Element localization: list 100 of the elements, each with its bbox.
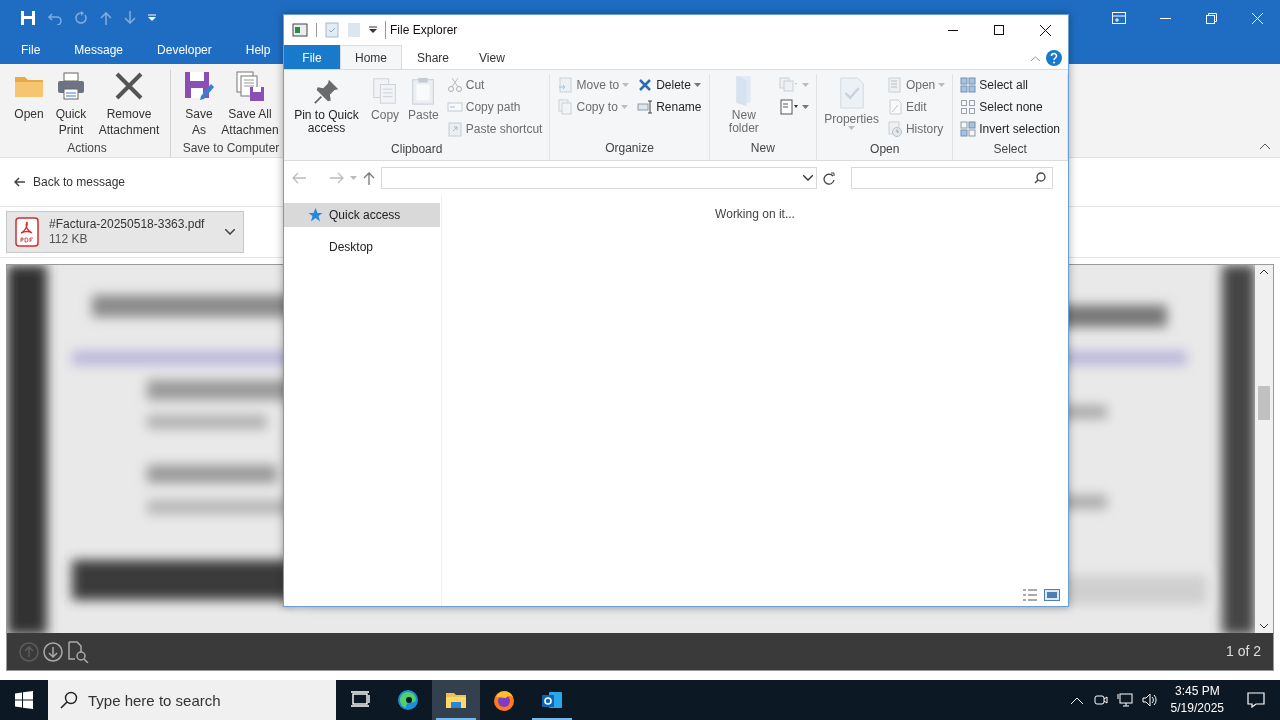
scissors-icon — [446, 77, 463, 93]
browser-swirl-icon — [397, 689, 419, 711]
taskbar-app-button[interactable] — [432, 680, 480, 720]
x-icon — [113, 70, 145, 102]
network-icon — [1116, 693, 1133, 707]
up-caret-icon — [1260, 269, 1268, 274]
page-indicator: 1 of 2 — [1225, 642, 1261, 661]
down-caret-icon — [1260, 624, 1268, 629]
maximize-icon — [994, 25, 1004, 35]
pencil-document-icon — [886, 99, 903, 115]
thumbnail-view-icon — [1044, 588, 1060, 601]
up-arrow-icon — [100, 11, 112, 25]
camera-icon — [1093, 693, 1108, 707]
ribbon-button[interactable]: Invert selection — [957, 118, 1063, 140]
search-field[interactable]: Type here to search — [48, 680, 336, 720]
grid-icon — [960, 99, 977, 115]
back-link[interactable]: Back to message — [33, 173, 126, 191]
star-icon — [308, 208, 323, 222]
next-page-button[interactable] — [43, 641, 63, 662]
document-list-icon — [886, 77, 903, 93]
properties-icon — [325, 22, 339, 38]
ribbon-button[interactable]: Save All Attachmen — [219, 70, 281, 139]
ribbon-button[interactable]: Select none — [957, 96, 1063, 118]
windows-logo-icon — [15, 691, 33, 709]
rename-icon — [637, 99, 654, 115]
documents-floppy-icon — [234, 70, 266, 102]
close-icon — [1039, 24, 1051, 36]
menu-tab[interactable]: File — [10, 41, 52, 59]
mail-app-icon — [541, 689, 563, 711]
ribbon-tab[interactable]: View — [464, 45, 520, 69]
scroll-thumb[interactable] — [1258, 386, 1270, 420]
ribbon-button[interactable]: Quick Print — [50, 70, 92, 139]
clock-date: 5/19/2025 — [1170, 700, 1224, 717]
chevron-down-icon — [225, 229, 235, 235]
restore-icon — [1205, 12, 1217, 24]
menu-tab[interactable]: Developer — [146, 41, 223, 59]
grid-icon — [960, 121, 977, 137]
group-label: Actions — [67, 140, 107, 157]
attachment-chip[interactable]: #Factura-20250518-3363.pdf 112 KB — [6, 211, 244, 253]
path-icon — [446, 99, 463, 115]
down-arrow-circle-icon — [43, 641, 63, 662]
clock-document-icon — [886, 121, 903, 137]
customize-icon — [148, 14, 156, 22]
menu-tab[interactable]: Message — [63, 41, 135, 59]
close-icon — [1251, 12, 1263, 24]
printer-icon — [55, 70, 87, 102]
grid-icon — [960, 77, 977, 93]
scrollbar[interactable] — [1255, 265, 1273, 633]
ribbon-button[interactable]: Save As — [181, 70, 217, 139]
ribbon-button[interactable]: Remove Attachment — [94, 70, 164, 139]
ribbon-button[interactable]: Open — [10, 70, 48, 139]
window-title: File Explorer — [385, 21, 458, 39]
ribbon-button[interactable]: Select all — [957, 74, 1063, 96]
pdf-file-icon — [15, 217, 39, 247]
nav-item[interactable]: Quick access — [284, 203, 440, 227]
ribbon-button[interactable]: Delete — [634, 74, 705, 96]
group-label: Organize — [605, 140, 654, 157]
find-button[interactable] — [67, 640, 89, 663]
ribbon-tab[interactable]: Home — [340, 45, 402, 69]
refresh-icon — [823, 171, 835, 185]
customize-icon — [369, 26, 377, 34]
chevron-up-icon — [1031, 55, 1040, 61]
attachment-name: #Factura-20250518-3363.pdf — [49, 217, 206, 232]
ribbon-button[interactable]: Rename — [634, 96, 705, 118]
fox-browser-icon — [493, 689, 515, 711]
ribbon-tab[interactable]: File — [284, 45, 340, 69]
chevron-down-icon — [803, 175, 813, 181]
minimize-icon — [948, 29, 958, 31]
documents-icon — [779, 77, 800, 93]
back-arrow-icon — [292, 172, 306, 184]
speech-bubble-icon — [1247, 692, 1265, 708]
redo-icon — [74, 11, 88, 25]
group-label: Select — [993, 141, 1027, 158]
undo-icon — [48, 11, 62, 25]
ribbon-display-icon — [1112, 12, 1126, 24]
ribbon-button[interactable]: Pin to Quick access — [288, 74, 366, 137]
ribbon-tab[interactable]: Share — [402, 45, 465, 69]
group-label: Open — [870, 141, 900, 158]
group-label: New — [750, 140, 775, 157]
forward-arrow-icon — [330, 172, 344, 184]
document-icon — [779, 98, 800, 116]
delete-icon — [637, 77, 654, 93]
nav-item[interactable]: Desktop — [284, 235, 440, 259]
menu-tab[interactable]: Help — [234, 41, 282, 59]
up-arrow-icon — [363, 171, 375, 185]
group-label: Clipboard — [391, 141, 443, 158]
down-arrow-icon — [124, 11, 136, 25]
minimize-icon — [1159, 17, 1171, 19]
clipboard-icon — [446, 121, 463, 137]
left-arrow-icon — [14, 177, 25, 187]
help-icon — [1046, 50, 1062, 66]
group-label: Save to Computer — [182, 140, 280, 157]
up-arrow-circle-icon — [19, 641, 39, 662]
documents-icon — [557, 99, 574, 115]
attachment-size: 112 KB — [49, 232, 89, 247]
search-icon — [60, 691, 78, 709]
search-field[interactable] — [851, 167, 1053, 189]
search-icon — [1034, 172, 1046, 184]
chevron-up-icon — [1070, 696, 1083, 704]
clock-time: 3:45 PM — [1173, 683, 1221, 700]
